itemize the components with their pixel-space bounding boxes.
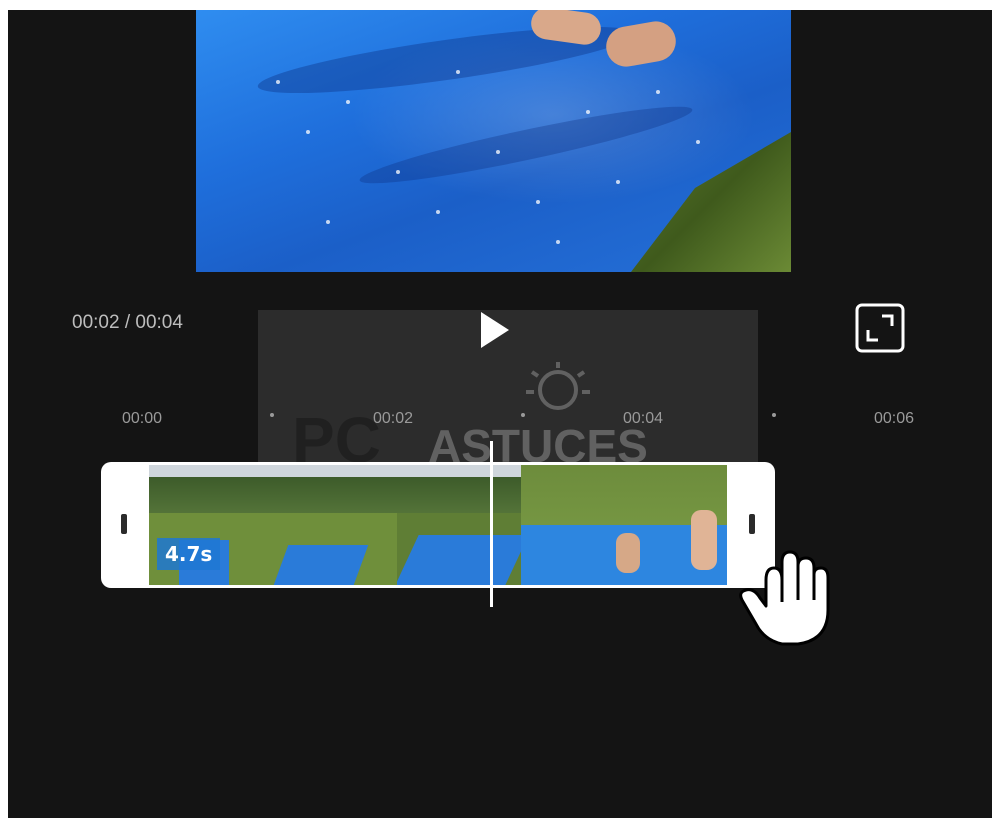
play-button[interactable] (473, 310, 513, 350)
ruler-label: 00:06 (874, 410, 915, 427)
video-editor: 00:02 / 00:04 PC ASTUCES 00:00 00:02 00:… (8, 10, 992, 818)
fullscreen-button[interactable] (854, 302, 906, 354)
child-hand (603, 18, 679, 70)
time-display: 00:02 / 00:04 (72, 312, 183, 333)
ruler-tick (521, 413, 525, 417)
clip-duration-badge: 4.7s (157, 538, 221, 570)
ruler-label: 00:04 (623, 410, 664, 427)
ruler-tick (772, 413, 776, 417)
left-trim-handle[interactable] (121, 514, 127, 534)
screenshot-frame: 00:02 / 00:04 PC ASTUCES 00:00 00:02 00:… (0, 0, 995, 827)
video-preview[interactable] (196, 10, 791, 272)
playhead[interactable] (490, 441, 493, 607)
ruler-label: 00:00 (122, 410, 163, 427)
ruler-label: 00:02 (373, 410, 414, 427)
ruler-tick (270, 413, 274, 417)
fullscreen-icon (855, 303, 905, 353)
grass-corner (631, 132, 791, 272)
clip-thumbnail (397, 465, 521, 585)
play-icon (481, 312, 509, 348)
clip-thumbnails (149, 465, 727, 585)
clip-thumbnail (521, 465, 727, 585)
right-trim-handle[interactable] (749, 514, 755, 534)
clip-thumbnail (271, 465, 397, 585)
video-clip-track[interactable]: 4.7s (101, 462, 775, 588)
